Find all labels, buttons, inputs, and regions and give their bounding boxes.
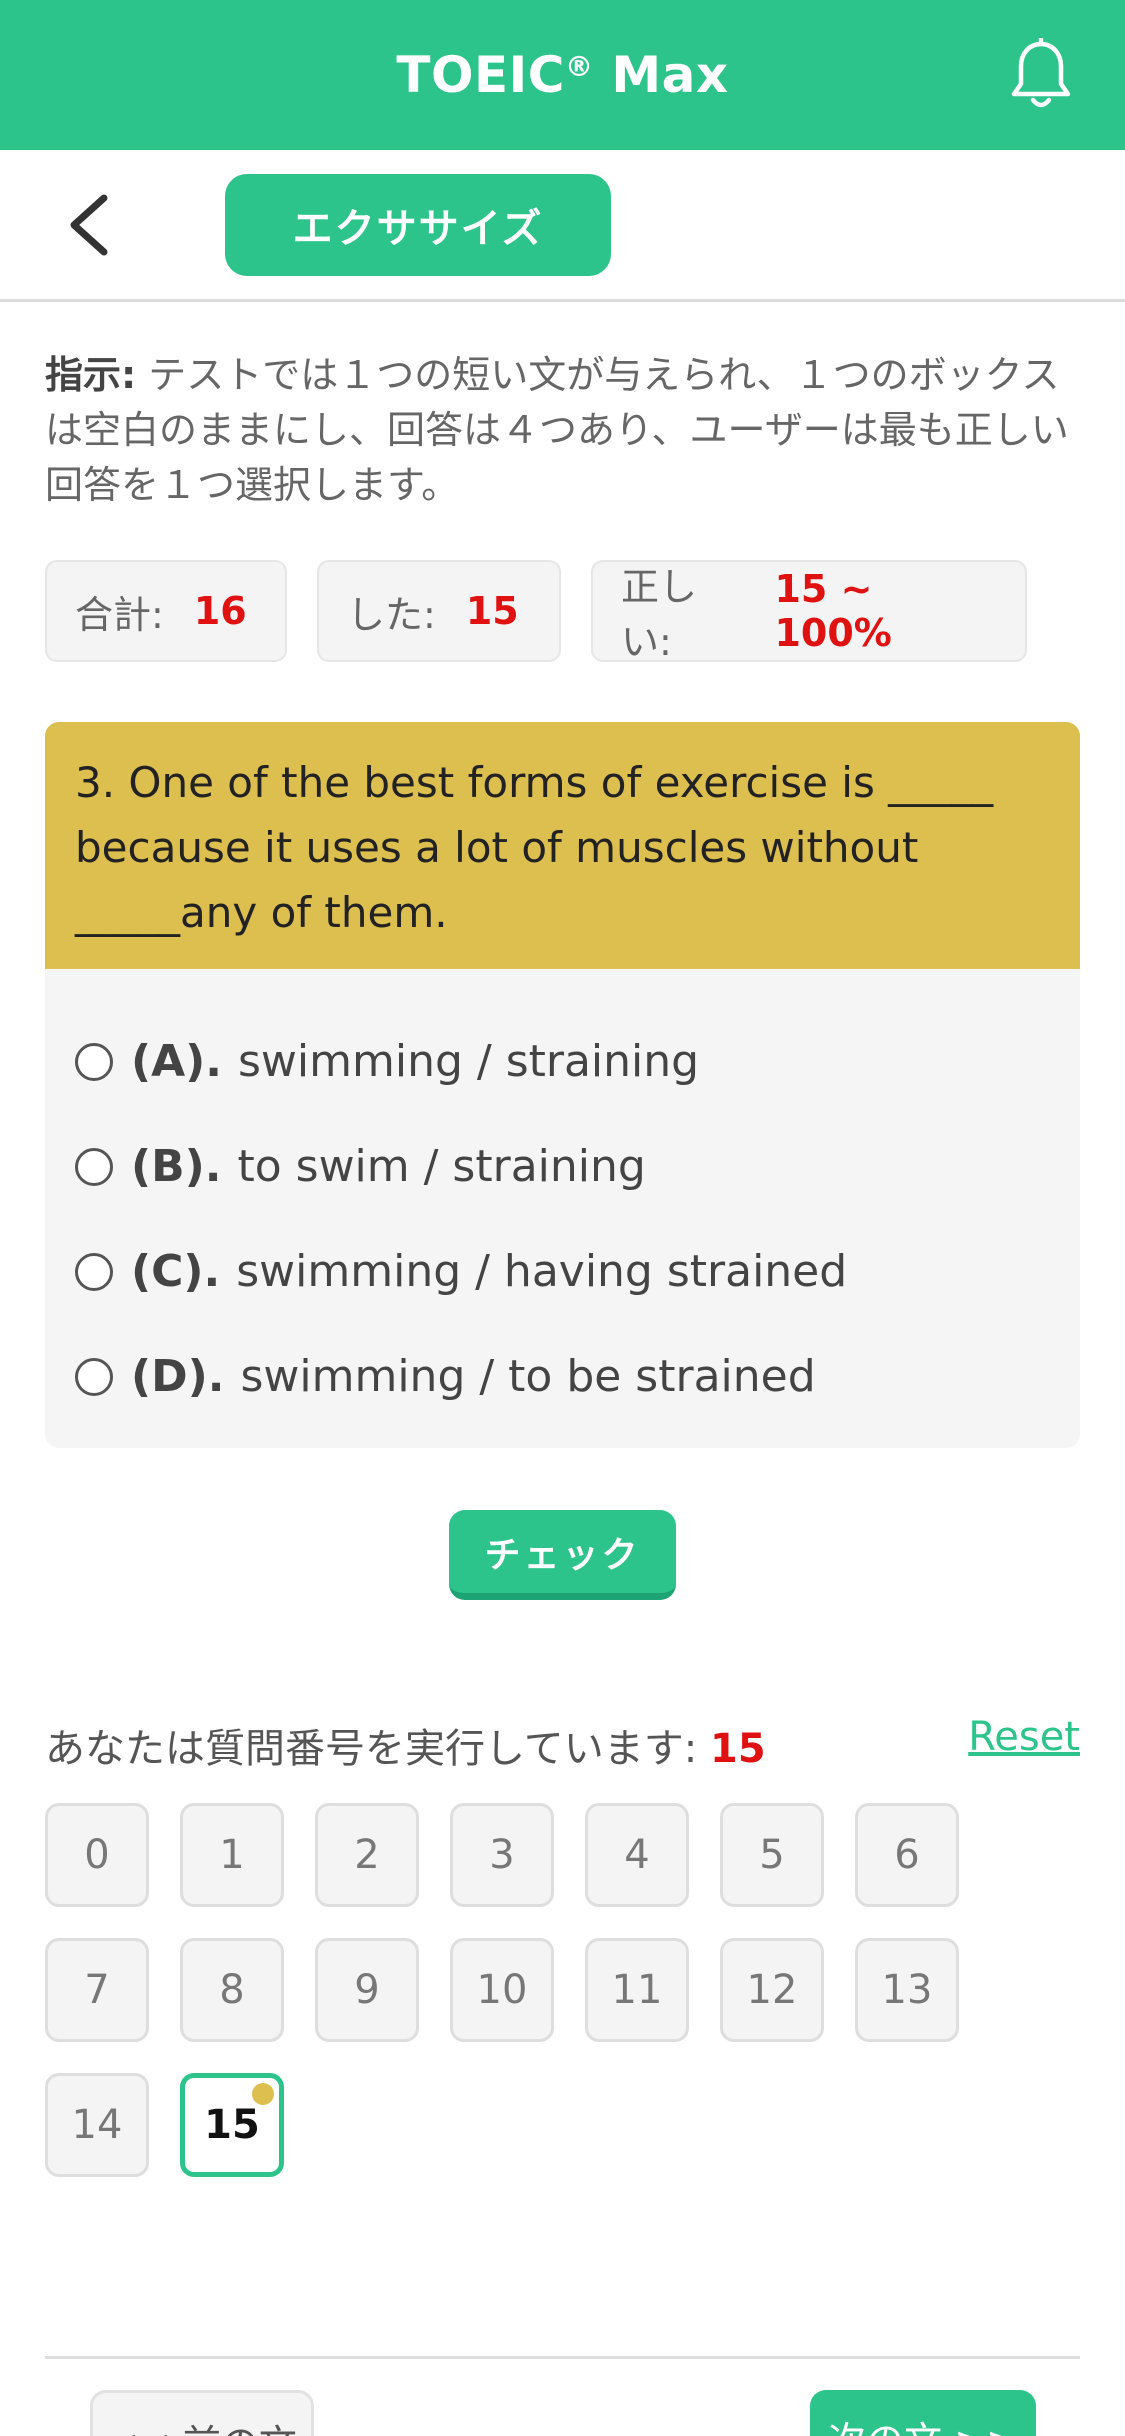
chevron-left-icon[interactable] [62,192,118,258]
current-marker-dot [252,2083,274,2105]
question-number-7[interactable]: 7 [45,1938,149,2042]
option-c[interactable]: (C). swimming / having strained [45,1219,1080,1324]
question-number-label: 1 [219,1832,245,1878]
next-question-button[interactable]: 次の文 >> [810,2390,1036,2436]
stat-total-label: 合計: [75,592,164,637]
question-number-label: 4 [624,1832,650,1878]
instruction-body: テストでは１つの短い文が与えられ、１つのボックスは空白のままにし、回答は４つあり… [45,353,1069,507]
question-number-label: 6 [894,1832,920,1878]
question-number-4[interactable]: 4 [585,1803,689,1907]
sub-navigation-bar: エクササイズ [0,150,1125,302]
bell-icon[interactable] [1009,38,1073,112]
question-number-14[interactable]: 14 [45,2073,149,2177]
check-button[interactable]: チェック [449,1510,676,1600]
question-card: 3. One of the best forms of exercise is … [45,722,1080,1448]
question-number-0[interactable]: 0 [45,1803,149,1907]
radio-a[interactable] [75,1042,113,1081]
question-number-label: 7 [84,1967,110,2013]
question-number-label: 5 [759,1832,785,1878]
question-number-label: 10 [476,1967,528,2013]
question-number-10[interactable]: 10 [450,1938,554,2042]
question-number-5[interactable]: 5 [720,1803,824,1907]
stats-row: 合計: 16 した: 15 正しい: 15 ~ 100% [45,560,1027,664]
progress-label: あなたは質問番号を実行しています: 15 [45,1716,766,1774]
option-c-letter: (C). [131,1246,221,1297]
reset-link[interactable]: Reset [968,1714,1080,1760]
question-number-12[interactable]: 12 [720,1938,824,2042]
question-number-3[interactable]: 3 [450,1803,554,1907]
option-d[interactable]: (D). swimming / to be strained [45,1324,1080,1429]
instruction-label: 指示: [45,353,137,397]
exercise-tab[interactable]: エクササイズ [225,174,611,276]
option-b-letter: (B). [131,1141,222,1192]
question-number-grid: 0 1 2 3 4 5 6 7 8 9 10 11 12 13 14 15 [45,1803,1005,2177]
question-number-6[interactable]: 6 [855,1803,959,1907]
option-b-text: to swim / straining [237,1141,646,1192]
stat-correct-value: 15 ~ 100% [774,567,892,655]
stat-correct: 正しい: 15 ~ 100% [591,560,1027,664]
stat-done: した: 15 [317,560,561,662]
instruction-text: 指示: テストでは１つの短い文が与えられ、１つのボックスは空白のままにし、回答は… [45,348,1075,513]
option-b[interactable]: (B). to swim / straining [45,1114,1080,1219]
option-c-text: swimming / having strained [236,1246,848,1297]
answer-options: (A). swimming / straining (B). to swim /… [45,969,1080,1429]
question-number-label: 2 [354,1832,380,1878]
question-number-8[interactable]: 8 [180,1938,284,2042]
option-a[interactable]: (A). swimming / straining [45,1009,1080,1114]
option-d-letter: (D). [131,1351,225,1402]
question-number-2[interactable]: 2 [315,1803,419,1907]
question-number-15[interactable]: 15 [180,2073,284,2177]
question-number-label: 9 [354,1967,380,2013]
question-number-label: 15 [204,2102,260,2148]
progress-label-text: あなたは質問番号を実行しています: [45,1726,698,1772]
question-number-label: 14 [71,2102,123,2148]
stat-correct-label: 正しい: [621,565,698,664]
app-header: TOEIC® Max [0,0,1125,150]
footer-divider [45,2356,1080,2359]
app-title: TOEIC® Max [396,46,728,104]
registered-mark: ® [564,50,594,83]
question-number-label: 0 [84,1832,110,1878]
question-text: 3. One of the best forms of exercise is … [45,722,1080,969]
question-number-label: 3 [489,1832,515,1878]
previous-question-button[interactable]: << 前の文 [90,2390,314,2436]
app-title-main: TOEIC [396,46,565,104]
question-number-label: 8 [219,1967,245,2013]
question-number-9[interactable]: 9 [315,1938,419,2042]
option-a-text: swimming / straining [238,1036,700,1087]
stat-total: 合計: 16 [45,560,287,662]
question-number-1[interactable]: 1 [180,1803,284,1907]
question-number-label: 13 [881,1967,933,2013]
radio-c[interactable] [75,1252,113,1291]
question-number-11[interactable]: 11 [585,1938,689,2042]
stat-done-value: 15 [465,589,519,633]
current-question-number: 15 [710,1726,766,1772]
stat-done-label: した: [347,592,436,637]
option-d-text: swimming / to be strained [240,1351,816,1402]
question-number-13[interactable]: 13 [855,1938,959,2042]
question-number-label: 11 [611,1967,663,2013]
question-number-label: 12 [746,1967,798,2013]
stat-total-value: 16 [193,589,247,633]
app-title-suffix: Max [611,46,729,104]
radio-b[interactable] [75,1147,113,1186]
radio-d[interactable] [75,1357,113,1396]
option-a-letter: (A). [131,1036,222,1087]
